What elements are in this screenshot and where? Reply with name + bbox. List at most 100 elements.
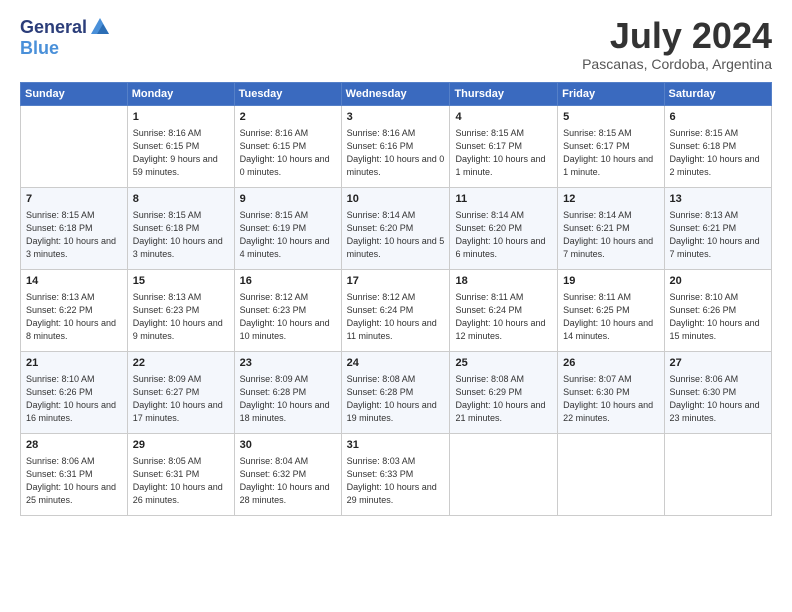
- day-number: 26: [563, 356, 658, 371]
- day-info: Sunrise: 8:15 AMSunset: 6:19 PMDaylight:…: [240, 209, 336, 261]
- day-info: Sunrise: 8:15 AMSunset: 6:18 PMDaylight:…: [133, 209, 229, 261]
- day-info: Sunrise: 8:13 AMSunset: 6:23 PMDaylight:…: [133, 291, 229, 343]
- day-number: 17: [347, 274, 445, 289]
- table-row: 4 Sunrise: 8:15 AMSunset: 6:17 PMDaylight…: [450, 105, 558, 187]
- table-row: 5 Sunrise: 8:15 AMSunset: 6:17 PMDaylight…: [558, 105, 664, 187]
- day-info: Sunrise: 8:11 AMSunset: 6:25 PMDaylight:…: [563, 291, 658, 343]
- table-row: 16Sunrise: 8:12 AMSunset: 6:23 PMDayligh…: [234, 269, 341, 351]
- table-row: 28 Sunrise: 8:06 AMSunset: 6:31 PMDayligh…: [21, 433, 128, 515]
- day-info: Sunrise: 8:08 AMSunset: 6:29 PMDaylight:…: [455, 373, 552, 425]
- day-info: Sunrise: 8:04 AMSunset: 6:32 PMDaylight:…: [240, 455, 336, 507]
- day-number: 2: [240, 110, 336, 125]
- day-info: Sunrise: 8:13 AMSunset: 6:21 PMDaylight:…: [670, 209, 766, 261]
- day-info: Sunrise: 8:15 AMSunset: 6:17 PMDaylight:…: [563, 127, 658, 179]
- day-info: Sunrise: 8:09 AMSunset: 6:28 PMDaylight:…: [240, 373, 336, 425]
- table-row: 29 Sunrise: 8:05 AMSunset: 6:31 PMDayligh…: [127, 433, 234, 515]
- day-number: 18: [455, 274, 552, 289]
- day-number: 21: [26, 356, 122, 371]
- table-row: 23Sunrise: 8:09 AMSunset: 6:28 PMDayligh…: [234, 351, 341, 433]
- day-info: Sunrise: 8:10 AMSunset: 6:26 PMDaylight:…: [26, 373, 122, 425]
- table-row: 13Sunrise: 8:13 AMSunset: 6:21 PMDayligh…: [664, 187, 771, 269]
- table-row: 30 Sunrise: 8:04 AMSunset: 6:32 PMDayligh…: [234, 433, 341, 515]
- day-number: 27: [670, 356, 766, 371]
- weekday-header-row: Sunday Monday Tuesday Wednesday Thursday…: [21, 82, 772, 105]
- table-row: 17Sunrise: 8:12 AMSunset: 6:24 PMDayligh…: [341, 269, 450, 351]
- day-info: Sunrise: 8:15 AMSunset: 6:18 PMDaylight:…: [670, 127, 766, 179]
- table-row: 31Sunrise: 8:03 AMSunset: 6:33 PMDayligh…: [341, 433, 450, 515]
- table-row: 24 Sunrise: 8:08 AMSunset: 6:28 PMDayligh…: [341, 351, 450, 433]
- logo-general: General: [20, 17, 87, 38]
- day-number: 15: [133, 274, 229, 289]
- header-sunday: Sunday: [21, 82, 128, 105]
- table-row: [664, 433, 771, 515]
- day-number: 5: [563, 110, 658, 125]
- day-number: 19: [563, 274, 658, 289]
- table-row: 25Sunrise: 8:08 AMSunset: 6:29 PMDayligh…: [450, 351, 558, 433]
- header-wednesday: Wednesday: [341, 82, 450, 105]
- table-row: [450, 433, 558, 515]
- header-monday: Monday: [127, 82, 234, 105]
- day-number: 28: [26, 438, 122, 453]
- location: Pascanas, Cordoba, Argentina: [582, 56, 772, 72]
- title-section: July 2024 Pascanas, Cordoba, Argentina: [582, 16, 772, 72]
- logo: General Blue: [20, 16, 111, 59]
- calendar-week-row: 1 Sunrise: 8:16 AMSunset: 6:15 PMDaylight…: [21, 105, 772, 187]
- day-number: 3: [347, 110, 445, 125]
- day-number: 29: [133, 438, 229, 453]
- day-info: Sunrise: 8:12 AMSunset: 6:23 PMDaylight:…: [240, 291, 336, 343]
- day-info: Sunrise: 8:03 AMSunset: 6:33 PMDaylight:…: [347, 455, 445, 507]
- day-number: 24: [347, 356, 445, 371]
- day-number: 30: [240, 438, 336, 453]
- day-number: 20: [670, 274, 766, 289]
- calendar-week-row: 7 Sunrise: 8:15 AMSunset: 6:18 PMDaylight…: [21, 187, 772, 269]
- day-info: Sunrise: 8:11 AMSunset: 6:24 PMDaylight:…: [455, 291, 552, 343]
- calendar-table: Sunday Monday Tuesday Wednesday Thursday…: [20, 82, 772, 516]
- table-row: 9 Sunrise: 8:15 AMSunset: 6:19 PMDaylight…: [234, 187, 341, 269]
- day-info: Sunrise: 8:16 AMSunset: 6:16 PMDaylight:…: [347, 127, 445, 179]
- calendar-week-row: 14Sunrise: 8:13 AMSunset: 6:22 PMDayligh…: [21, 269, 772, 351]
- logo-icon: [89, 16, 111, 38]
- calendar-week-row: 28 Sunrise: 8:06 AMSunset: 6:31 PMDayligh…: [21, 433, 772, 515]
- day-info: Sunrise: 8:06 AMSunset: 6:30 PMDaylight:…: [670, 373, 766, 425]
- table-row: 22 Sunrise: 8:09 AMSunset: 6:27 PMDayligh…: [127, 351, 234, 433]
- table-row: 6 Sunrise: 8:15 AMSunset: 6:18 PMDaylight…: [664, 105, 771, 187]
- day-info: Sunrise: 8:15 AMSunset: 6:17 PMDaylight:…: [455, 127, 552, 179]
- table-row: [558, 433, 664, 515]
- table-row: 7 Sunrise: 8:15 AMSunset: 6:18 PMDaylight…: [21, 187, 128, 269]
- day-info: Sunrise: 8:08 AMSunset: 6:28 PMDaylight:…: [347, 373, 445, 425]
- day-number: 8: [133, 192, 229, 207]
- table-row: 8 Sunrise: 8:15 AMSunset: 6:18 PMDaylight…: [127, 187, 234, 269]
- table-row: 10 Sunrise: 8:14 AMSunset: 6:20 PMDayligh…: [341, 187, 450, 269]
- day-info: Sunrise: 8:14 AMSunset: 6:20 PMDaylight:…: [347, 209, 445, 261]
- day-number: 4: [455, 110, 552, 125]
- day-info: Sunrise: 8:06 AMSunset: 6:31 PMDaylight:…: [26, 455, 122, 507]
- table-row: 14Sunrise: 8:13 AMSunset: 6:22 PMDayligh…: [21, 269, 128, 351]
- day-info: Sunrise: 8:09 AMSunset: 6:27 PMDaylight:…: [133, 373, 229, 425]
- day-info: Sunrise: 8:15 AMSunset: 6:18 PMDaylight:…: [26, 209, 122, 261]
- day-info: Sunrise: 8:16 AMSunset: 6:15 PMDaylight:…: [133, 127, 229, 179]
- table-row: 15 Sunrise: 8:13 AMSunset: 6:23 PMDayligh…: [127, 269, 234, 351]
- table-row: 11 Sunrise: 8:14 AMSunset: 6:20 PMDayligh…: [450, 187, 558, 269]
- table-row: 3 Sunrise: 8:16 AMSunset: 6:16 PMDaylight…: [341, 105, 450, 187]
- table-row: 2 Sunrise: 8:16 AMSunset: 6:15 PMDaylight…: [234, 105, 341, 187]
- day-number: 1: [133, 110, 229, 125]
- day-number: 7: [26, 192, 122, 207]
- day-number: 9: [240, 192, 336, 207]
- day-info: Sunrise: 8:16 AMSunset: 6:15 PMDaylight:…: [240, 127, 336, 179]
- day-number: 11: [455, 192, 552, 207]
- day-number: 6: [670, 110, 766, 125]
- day-info: Sunrise: 8:05 AMSunset: 6:31 PMDaylight:…: [133, 455, 229, 507]
- day-number: 12: [563, 192, 658, 207]
- header-friday: Friday: [558, 82, 664, 105]
- day-number: 10: [347, 192, 445, 207]
- page: General Blue July 2024 Pascanas, Cordoba…: [0, 0, 792, 612]
- day-info: Sunrise: 8:10 AMSunset: 6:26 PMDaylight:…: [670, 291, 766, 343]
- day-number: 14: [26, 274, 122, 289]
- table-row: 19 Sunrise: 8:11 AMSunset: 6:25 PMDayligh…: [558, 269, 664, 351]
- table-row: 27 Sunrise: 8:06 AMSunset: 6:30 PMDayligh…: [664, 351, 771, 433]
- header: General Blue July 2024 Pascanas, Cordoba…: [20, 16, 772, 72]
- table-row: 18 Sunrise: 8:11 AMSunset: 6:24 PMDayligh…: [450, 269, 558, 351]
- day-info: Sunrise: 8:14 AMSunset: 6:20 PMDaylight:…: [455, 209, 552, 261]
- logo-blue: Blue: [20, 38, 59, 58]
- day-number: 22: [133, 356, 229, 371]
